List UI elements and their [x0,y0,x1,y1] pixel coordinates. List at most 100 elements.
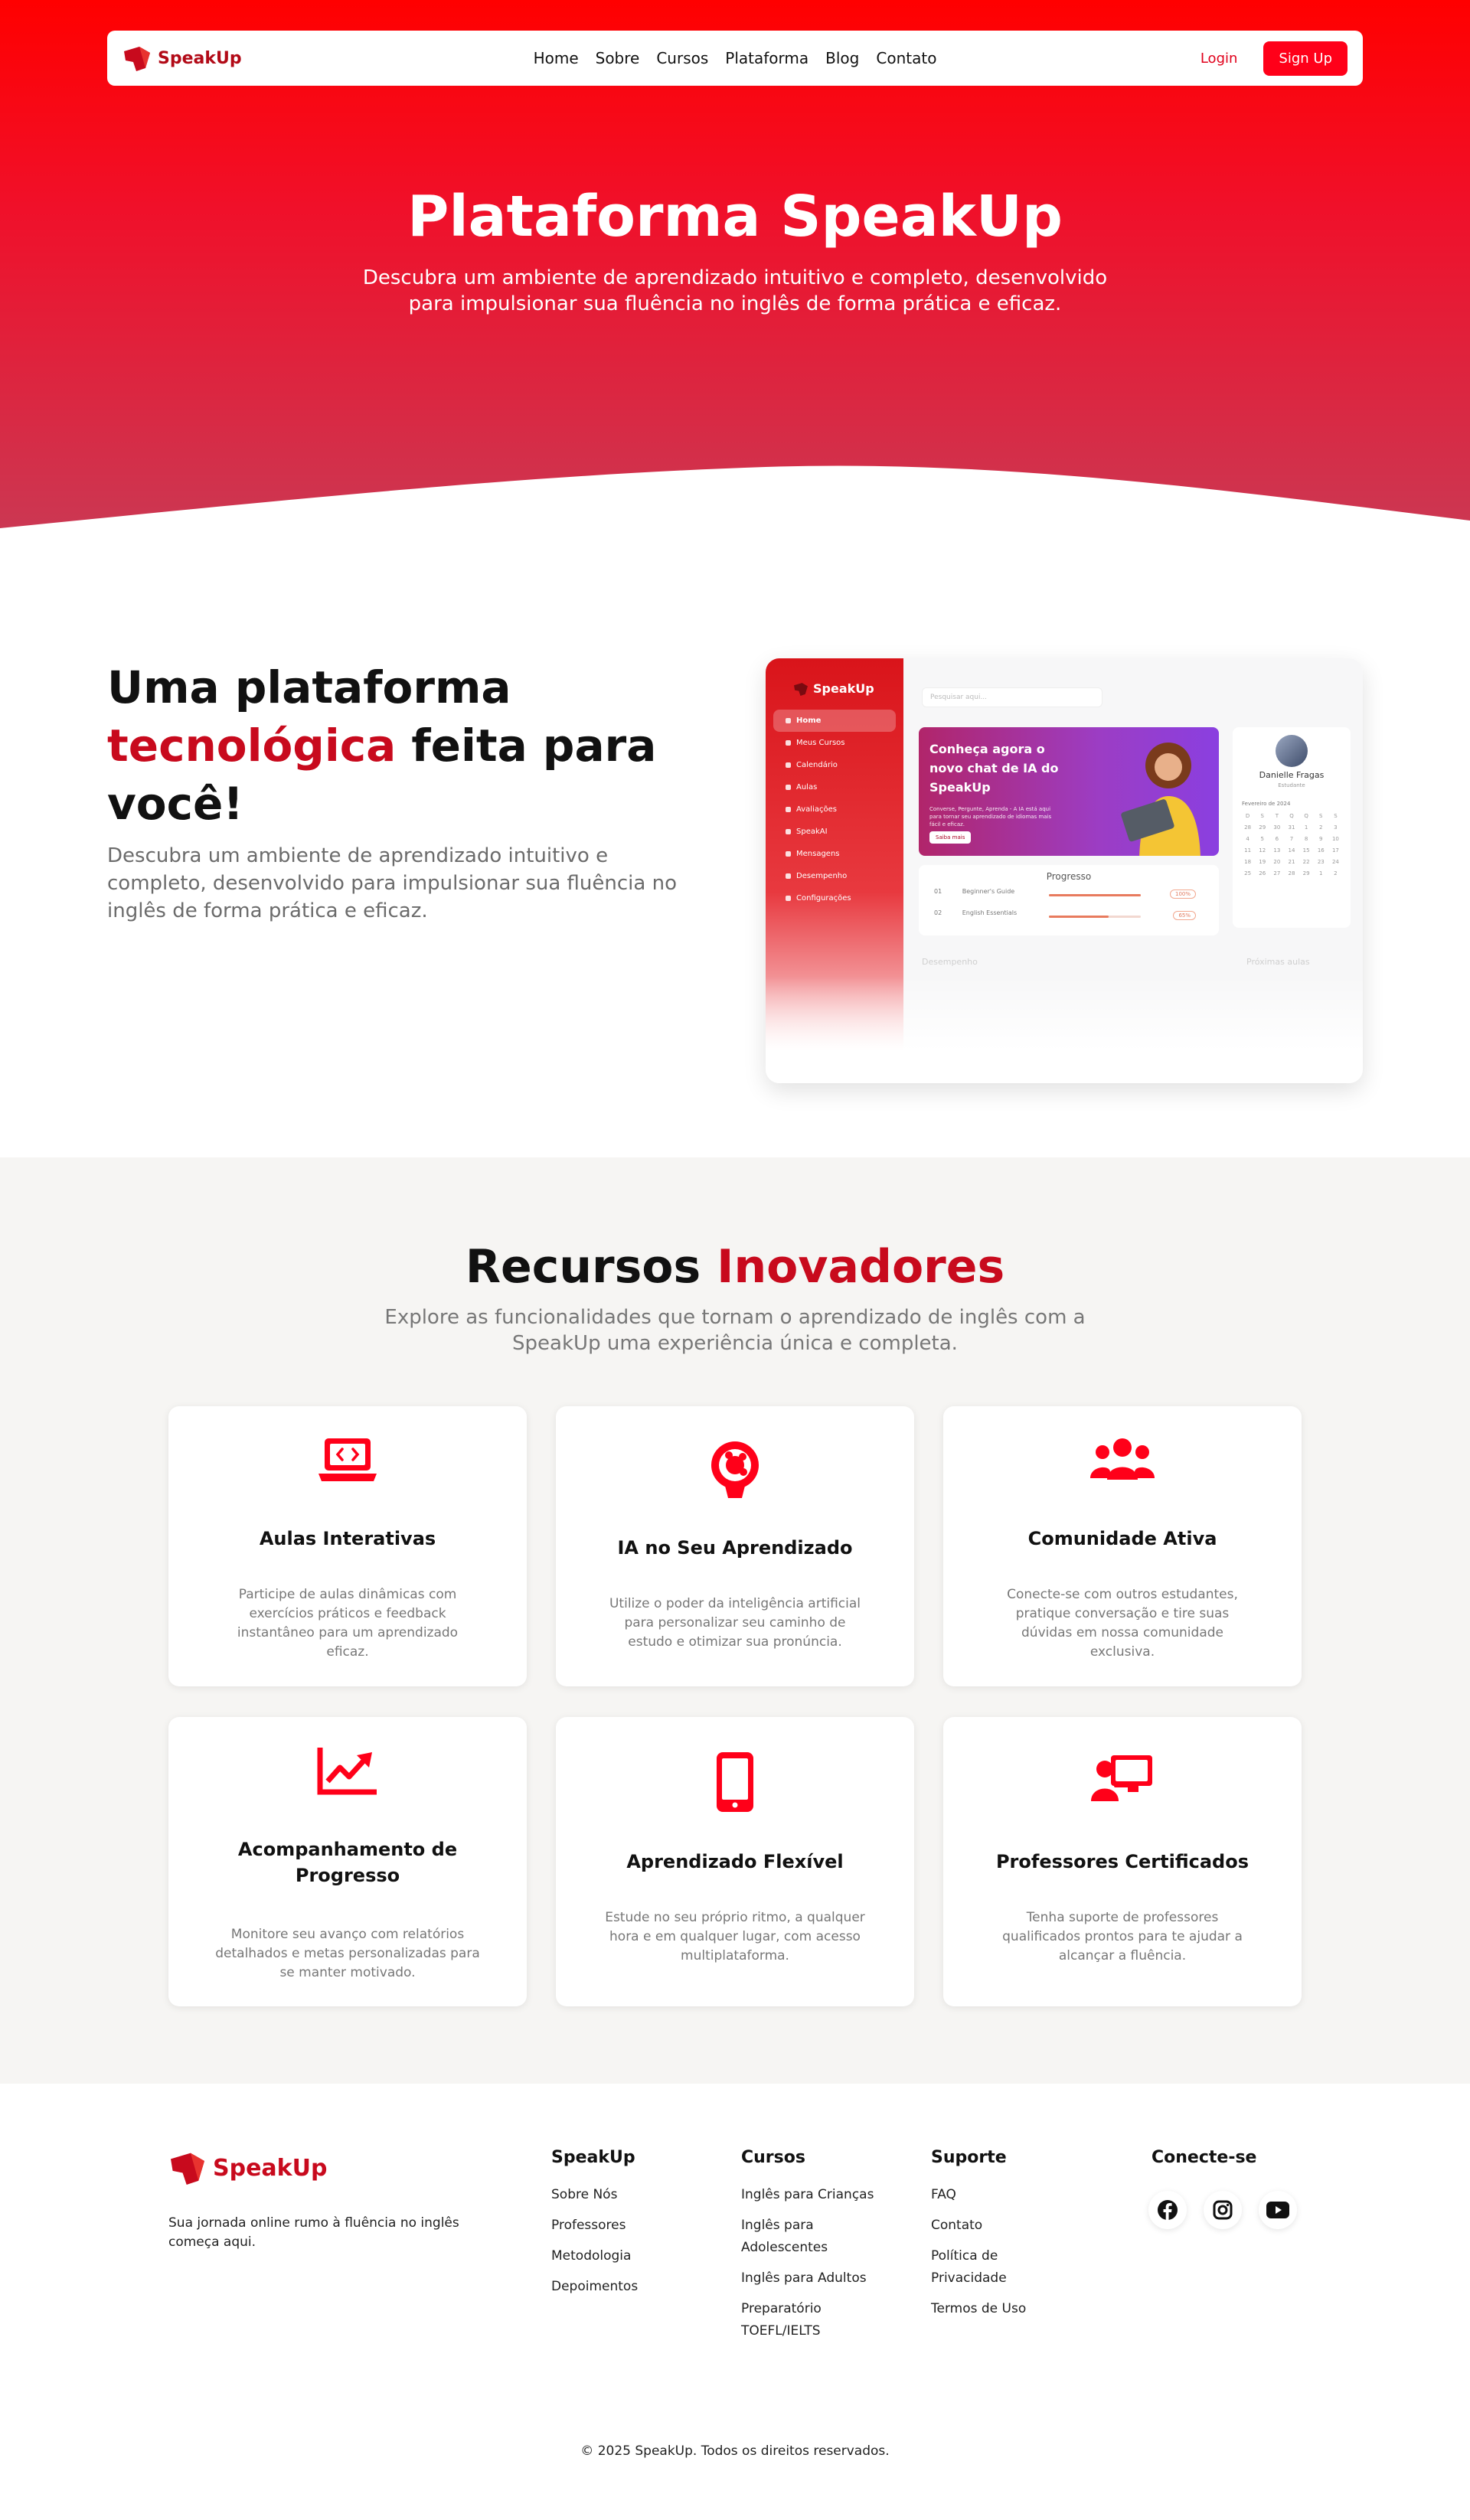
social-links [1148,2191,1297,2229]
resources-title-accent: Inovadores [717,1240,1005,1294]
calendar-day: 23 [1317,859,1325,865]
mockup-banner-button: Saiba mais [929,831,972,844]
mockup-menu-item: Avaliações [766,798,903,821]
profile-name: Danielle Fragas [1259,770,1325,780]
calendar-day: 22 [1302,859,1310,865]
calendar-day: 1 [1319,870,1323,876]
resources-title: Recursos Inovadores [0,1240,1470,1294]
mockup-ai-banner: Conheça agora o novo chat de IA do Speak… [919,727,1219,856]
footer-link[interactable]: Inglês para Adultos [741,2267,894,2290]
footer-link[interactable]: Inglês para Adolescentes [741,2215,894,2259]
footer-link[interactable]: Metodologia [551,2245,720,2267]
footer-link[interactable]: FAQ [931,2184,1076,2206]
progress-num: 02 [934,909,942,916]
feature-desc: Utilize o poder da inteligência artifici… [609,1596,861,1650]
footer-link[interactable]: Termos de Uso [931,2298,1076,2320]
mockup-menu: Home Meus Cursos Calendário Aulas Avalia… [766,710,903,909]
calendar-day: 26 [1259,870,1266,876]
nav-contato[interactable]: Contato [876,49,936,67]
progress-fill [1049,916,1109,918]
calendar-day: 20 [1273,859,1281,865]
calendar-day: 9 [1319,836,1323,842]
progress-pct: 65% [1173,911,1196,920]
footer-column-suporte: Suporte FAQ Contato Política de Privacid… [931,2148,1076,2329]
calendar-day: 3 [1334,824,1338,831]
calendar-day: 2 [1334,870,1338,876]
calendar-day: 8 [1304,836,1308,842]
nav-blog[interactable]: Blog [825,49,859,67]
footer-brand[interactable]: SpeakUp [168,2151,327,2185]
nav-actions: Login Sign Up [1200,41,1348,76]
calendar-month: Fevereiro de 2024 [1242,801,1291,807]
calendar-day: 30 [1273,824,1281,831]
tech-title: Uma plataforma tecnológica feita para vo… [107,658,735,833]
nav-sobre[interactable]: Sobre [596,49,640,67]
calendar-day: 25 [1244,870,1252,876]
calendar-day: S [1260,813,1264,819]
youtube-icon [1266,2202,1289,2218]
feature-card: Aprendizado Flexível Estude no seu própr… [556,1717,914,2006]
copyright: © 2025 SpeakUp. Todos os direitos reserv… [580,2443,890,2459]
mockup-performance-label: Desempenho [922,957,978,967]
calendar-day: 11 [1244,847,1252,854]
mockup-progress-card: Progresso 01 Beginner's Guide 100% 02 En… [919,865,1219,935]
nav-links: Home Sobre Cursos Plataforma Blog Contat… [534,49,937,67]
mockup-progress-row: 02 English Essentials 65% [934,909,1202,926]
mockup-menu-item: SpeakAI [766,821,903,843]
progress-course: English Essentials [962,909,1018,916]
mockup-fade-overlay [766,976,1363,1083]
mockup-search: Pesquisar aqui... [922,687,1102,707]
mockup-banner-text: Converse, Pergunte, Aprenda - A IA está … [929,806,1052,827]
nav-cursos[interactable]: Cursos [656,49,708,67]
footer-link[interactable]: Depoimentos [551,2276,720,2298]
progress-course: Beginner's Guide [962,888,1015,895]
student-laptop-illustration [1121,743,1200,856]
footer-column-speakup: SpeakUp Sobre Nós Professores Metodologi… [551,2148,720,2306]
calendar-day: 7 [1289,836,1294,842]
signup-button[interactable]: Sign Up [1263,41,1348,76]
youtube-link[interactable] [1259,2191,1297,2229]
mockup-progress-row: 01 Beginner's Guide 100% [934,888,1202,905]
footer-link[interactable]: Política de Privacidade [931,2245,1076,2290]
facebook-link[interactable] [1148,2191,1187,2229]
facebook-icon [1158,2200,1178,2220]
instagram-link[interactable] [1204,2191,1242,2229]
hero-section: SpeakUp Home Sobre Cursos Plataforma Blo… [0,0,1470,551]
feature-title: Aulas Interativas [259,1528,436,1549]
progress-num: 01 [934,888,942,895]
ai-brain-icon [711,1441,759,1498]
progress-fill [1049,894,1141,896]
tech-title-part1: Uma plataforma [107,661,511,713]
feature-card: Acompanhamento de Progresso Monitore seu… [168,1717,527,2006]
calendar-day: 10 [1331,836,1339,842]
calendar-day: 21 [1288,859,1295,865]
footer-social-title: Conecte-se [1152,2148,1257,2167]
resources-title-part1: Recursos [465,1240,717,1294]
tech-platform-section: Uma plataforma tecnológica feita para vo… [0,551,1470,1157]
calendar-day: 1 [1304,824,1308,831]
mockup-menu-item: Desempenho [766,865,903,887]
calendar-day: 13 [1273,847,1281,854]
calendar-day: 28 [1244,824,1252,831]
mockup-brand: SpeakUp [766,681,903,696]
mockup-next-classes-label: Próximas aulas [1246,957,1310,967]
mockup-menu-item: Mensagens [766,843,903,865]
tech-description: Descubra um ambiente de aprendizado intu… [107,844,677,922]
footer-link[interactable]: Professores [551,2215,720,2237]
footer-link[interactable]: Preparatório TOEFL/IELTS [741,2298,894,2342]
instagram-icon [1213,2200,1233,2220]
brand-logo[interactable]: SpeakUp [122,45,242,71]
footer-column-title: Cursos [741,2148,805,2167]
mockup-menu-item: Meus Cursos [766,732,903,754]
calendar-day: 2 [1319,824,1323,831]
nav-home[interactable]: Home [534,49,579,67]
platform-mockup: SpeakUp Home Meus Cursos Calendário Aula… [766,658,1363,1083]
footer-link[interactable]: Inglês para Crianças [741,2184,894,2206]
footer-link[interactable]: Contato [931,2215,1076,2237]
progress-bar [1049,894,1141,896]
nav-plataforma[interactable]: Plataforma [725,49,808,67]
footer-link[interactable]: Sobre Nós [551,2184,720,2206]
login-link[interactable]: Login [1200,51,1238,67]
mockup-brand-name: SpeakUp [813,681,874,696]
mockup-menu-item: Aulas [766,776,903,798]
